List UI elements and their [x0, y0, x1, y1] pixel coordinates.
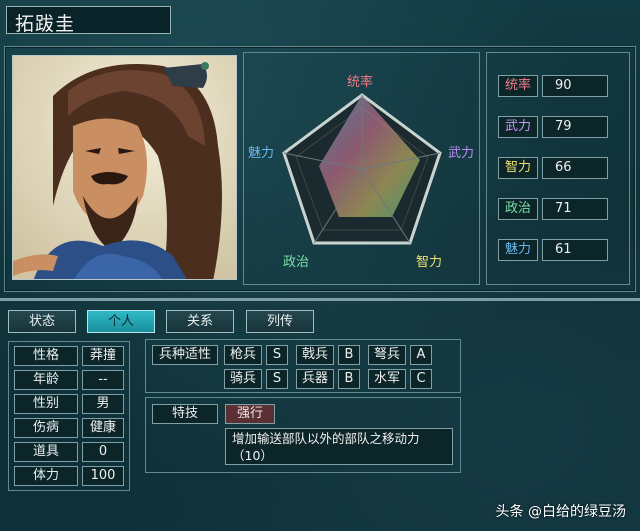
aptitude-grade: B [338, 345, 360, 365]
stamina-label: 体力 [14, 466, 78, 486]
stat-label: 武力 [498, 116, 538, 138]
items-label: 道具 [14, 442, 78, 462]
aptitude-type: 弩兵 [368, 345, 406, 365]
stat-value: 90 [542, 75, 608, 97]
stat-label: 统率 [498, 75, 538, 97]
aptitude-grade: S [266, 369, 288, 389]
tab-relations[interactable]: 关系 [166, 310, 234, 333]
tab-status[interactable]: 状态 [8, 310, 76, 333]
aptitude-grade: S [266, 345, 288, 365]
skill-description-line1: 增加输送部队以外的部队之移动力 [232, 431, 420, 446]
gender-label: 性别 [14, 394, 78, 414]
injury-label: 伤病 [14, 418, 78, 438]
skill-title: 特技 [152, 404, 218, 424]
skill-name[interactable]: 强行 [225, 404, 275, 424]
attribute-radar-panel: 统率 武力 智力 政治 魅力 [243, 52, 480, 285]
personality-label: 性格 [14, 346, 78, 366]
general-name: 拓跋圭 [15, 13, 76, 35]
items-value: 0 [82, 442, 124, 462]
stat-value: 66 [542, 157, 608, 179]
aptitude-grade: B [338, 369, 360, 389]
aptitude-grade: A [410, 345, 432, 365]
radar-label-charisma: 魅力 [248, 146, 275, 161]
watermark: 头条 @白给的绿豆汤 [495, 504, 626, 520]
stamina-value: 100 [82, 466, 124, 486]
stat-value: 61 [542, 239, 608, 261]
section-divider [0, 298, 640, 301]
aptitude-type: 骑兵 [224, 369, 262, 389]
age-label: 年龄 [14, 370, 78, 390]
aptitude-type: 枪兵 [224, 345, 262, 365]
injury-value: 健康 [82, 418, 124, 438]
radar-label-war: 武力 [448, 146, 475, 161]
radar-label-leadership: 统率 [347, 75, 374, 90]
tab-personal[interactable]: 个人 [87, 310, 155, 333]
personality-value: 莽撞 [82, 346, 124, 366]
radar-label-intelligence: 智力 [416, 255, 443, 270]
tab-biography[interactable]: 列传 [246, 310, 314, 333]
age-value: -- [82, 370, 124, 390]
stat-label: 魅力 [498, 239, 538, 261]
aptitude-type: 水军 [368, 369, 406, 389]
skill-description-line2: （10） [232, 448, 273, 463]
aptitude-grade: C [410, 369, 432, 389]
radar-label-politics: 政治 [283, 255, 310, 270]
general-portrait [12, 55, 237, 280]
stat-value: 71 [542, 198, 608, 220]
stat-label: 政治 [498, 198, 538, 220]
aptitude-type: 戟兵 [296, 345, 334, 365]
gender-value: 男 [82, 394, 124, 414]
stat-label: 智力 [498, 157, 538, 179]
aptitude-type: 兵器 [296, 369, 334, 389]
aptitude-title: 兵种适性 [152, 345, 218, 365]
general-name-box: 拓跋圭 [6, 6, 171, 35]
stat-value: 79 [542, 116, 608, 138]
skill-description: 增加输送部队以外的部队之移动力 （10） [225, 428, 453, 465]
